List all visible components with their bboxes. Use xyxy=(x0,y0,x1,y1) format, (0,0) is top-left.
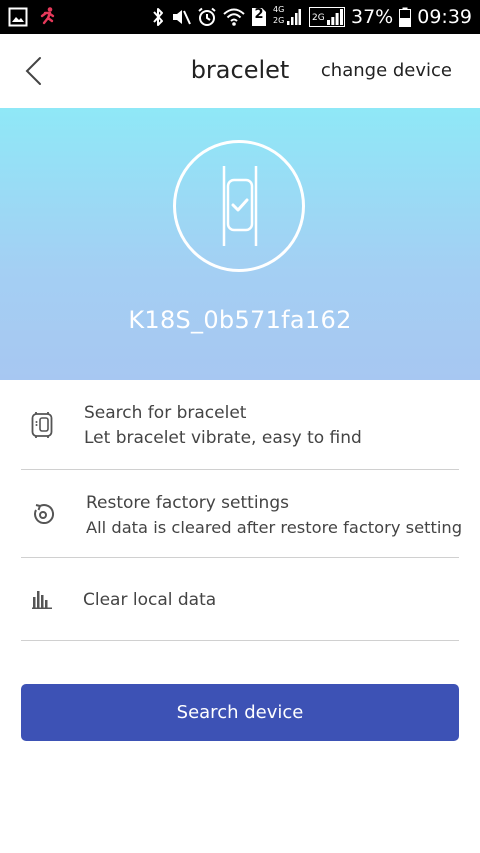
bracelet-search-icon xyxy=(30,410,54,440)
search-device-button[interactable]: Search device xyxy=(21,684,459,741)
back-button[interactable] xyxy=(18,56,48,86)
restore-factory-subtitle: All data is cleared after restore factor… xyxy=(86,518,463,537)
search-bracelet-item[interactable]: Search for bracelet Let bracelet vibrate… xyxy=(21,380,459,470)
status-bar: 2 4G 2G 2G 37% 09:39 xyxy=(0,0,480,34)
clear-local-data-title: Clear local data xyxy=(83,590,217,610)
restore-factory-title: Restore factory settings xyxy=(86,493,289,513)
restore-factory-item[interactable]: Restore factory settings All data is cle… xyxy=(21,470,463,558)
search-bracelet-subtitle: Let bracelet vibrate, easy to find xyxy=(84,428,362,448)
search-bracelet-title: Search for bracelet xyxy=(84,403,247,423)
runner-icon xyxy=(36,6,58,28)
bracelet-connected-icon xyxy=(220,166,260,250)
chart-bars-icon xyxy=(31,590,53,610)
sim-icon: 2 xyxy=(251,6,267,28)
change-device-button[interactable]: change device xyxy=(321,60,452,81)
restore-icon xyxy=(31,502,55,526)
battery-percent: 37% xyxy=(351,6,394,28)
signal-icon: 4G 2G xyxy=(273,5,303,28)
bluetooth-icon xyxy=(151,6,165,28)
mute-icon xyxy=(171,6,191,28)
alarm-icon xyxy=(197,6,217,28)
gallery-icon xyxy=(8,6,28,28)
clock: 09:39 xyxy=(417,6,472,28)
device-status-circle xyxy=(173,140,305,272)
app-header: bracelet change device xyxy=(0,34,480,108)
device-hero: K18S_0b571fa162 xyxy=(0,108,480,380)
clear-local-data-item[interactable]: Clear local data xyxy=(21,558,459,641)
chevron-left-icon xyxy=(23,56,43,86)
battery-icon xyxy=(399,6,412,28)
wifi-icon xyxy=(223,6,245,28)
device-name: K18S_0b571fa162 xyxy=(128,306,352,334)
signal-2g-icon: 2G xyxy=(309,7,345,27)
